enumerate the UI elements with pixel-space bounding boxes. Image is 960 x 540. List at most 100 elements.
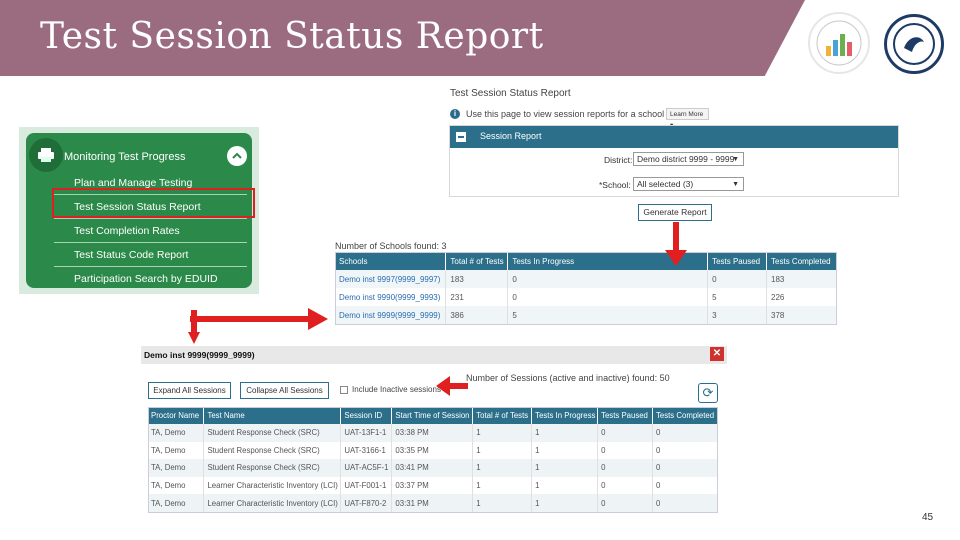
column-header[interactable]: Tests Paused [597, 407, 653, 424]
collapse-icon[interactable] [456, 132, 466, 142]
table-cell: 0 [597, 459, 653, 477]
schools-found-text: Number of Schools found: 3 [335, 241, 447, 251]
table-cell: 03:38 PM [391, 424, 474, 442]
sessions-table: Proctor Name Test Name Session ID Start … [148, 407, 718, 512]
table-cell: 226 [766, 288, 837, 306]
collapse-all-button[interactable]: Collapse All Sessions [240, 382, 329, 399]
table-cell: 03:41 PM [391, 459, 474, 477]
table-cell: Student Response Check (SRC) [203, 424, 342, 442]
table-cell: 386 [445, 306, 509, 324]
table-cell: 1 [472, 459, 533, 477]
table-row[interactable]: TA, Demo Learner Characteristic Inventor… [148, 476, 718, 495]
school-label: *School: [599, 180, 631, 190]
printer-icon [29, 138, 63, 172]
table-cell: 0 [507, 288, 709, 306]
table-cell: 1 [472, 494, 533, 512]
table-cell: 03:37 PM [391, 476, 474, 495]
arrow-down-icon [665, 222, 687, 266]
expand-all-button[interactable]: Expand All Sessions [148, 382, 231, 399]
table-cell: 0 [652, 441, 718, 460]
table-cell: TA, Demo [148, 424, 205, 442]
table-row[interactable]: TA, Demo Learner Characteristic Inventor… [148, 494, 718, 512]
table-cell: 0 [652, 494, 718, 512]
table-cell: 0 [652, 476, 718, 495]
include-inactive-label: Include Inactive sessions [352, 385, 441, 394]
arrow-down-icon [188, 310, 200, 344]
slide-title: Test Session Status Report [40, 16, 544, 57]
column-header[interactable]: Session ID [340, 407, 393, 424]
page-number: 45 [922, 512, 934, 523]
panel-header: Session Report [450, 126, 898, 148]
table-cell: 0 [652, 424, 718, 442]
column-header[interactable]: Tests Paused [707, 252, 768, 270]
table-cell: Learner Characteristic Inventory (LCI) [203, 476, 342, 495]
highlight-box [52, 188, 255, 218]
school-link[interactable]: Demo inst 9999(9999_9999) [335, 306, 447, 324]
table-cell: 0 [507, 270, 709, 288]
nav-header[interactable]: Monitoring Test Progress [64, 151, 185, 163]
school-link[interactable]: Demo inst 9997(9999_9997) [335, 270, 447, 288]
table-cell: 5 [507, 306, 709, 324]
table-cell: 1 [531, 424, 599, 442]
table-cell: 231 [445, 288, 509, 306]
table-row[interactable]: TA, Demo Student Response Check (SRC) UA… [148, 424, 718, 442]
table-cell: 1 [472, 441, 533, 460]
table-cell: 0 [597, 424, 653, 442]
table-cell: 03:31 PM [391, 494, 474, 512]
table-row: Demo inst 9997(9999_9997) 183 0 0 183 [335, 270, 837, 288]
column-header[interactable]: Total # of Tests [472, 407, 533, 424]
table-cell: UAT-F870-2 [340, 494, 393, 512]
school-select[interactable]: All selected (3) ▼ [633, 177, 744, 191]
caret-down-icon: ▼ [732, 181, 739, 188]
table-cell: 3 [707, 306, 768, 324]
table-cell: 378 [766, 306, 837, 324]
generate-report-button[interactable]: Generate Report [638, 204, 712, 221]
table-row: Demo inst 9999(9999_9999) 386 5 3 378 [335, 306, 837, 324]
panel-title: Session Report [480, 131, 542, 141]
table-cell: 1 [531, 441, 599, 460]
district-label: District: [604, 155, 633, 165]
column-header[interactable]: Proctor Name [148, 407, 205, 424]
include-inactive-checkbox[interactable] [340, 386, 348, 394]
info-text: Use this page to view session reports fo… [466, 109, 665, 119]
refresh-icon[interactable]: ⟳ [698, 383, 718, 403]
column-header[interactable]: Tests Completed [652, 407, 718, 424]
table-cell: 1 [472, 424, 533, 442]
table-cell: UAT-AC5F-1 [340, 459, 393, 477]
column-header[interactable]: Total # of Tests [445, 252, 509, 270]
school-link[interactable]: Demo inst 9990(9999_9993) [335, 288, 447, 306]
assessment-logo [808, 12, 870, 74]
column-header[interactable]: Tests In Progress [531, 407, 599, 424]
table-cell: 183 [766, 270, 837, 288]
sessions-found-text: Number of Sessions (active and inactive)… [466, 373, 670, 383]
column-header[interactable]: Start Time of Session [391, 407, 474, 424]
nav-item-participation-search[interactable]: Participation Search by EDUID [54, 267, 247, 291]
arrow-right-icon [190, 308, 328, 330]
table-cell: 5 [707, 288, 768, 306]
sessions-header-bar: Demo inst 9999(9999_9999) [141, 346, 727, 364]
learn-more-button[interactable]: Learn More ▾ [666, 108, 709, 129]
chevron-up-icon[interactable] [227, 146, 247, 166]
table-cell: 0 [707, 270, 768, 288]
caret-down-icon: ▼ [732, 156, 739, 163]
table-cell: TA, Demo [148, 476, 205, 495]
arrow-left-icon [436, 376, 468, 396]
table-cell: 1 [531, 494, 599, 512]
column-header[interactable]: Schools [335, 252, 447, 270]
table-cell: UAT-3166-1 [340, 441, 393, 460]
seal-logo [884, 14, 944, 74]
table-row[interactable]: TA, Demo Student Response Check (SRC) UA… [148, 441, 718, 460]
close-icon[interactable]: ✕ [710, 347, 724, 361]
nav-item-status-code[interactable]: Test Status Code Report [54, 243, 247, 267]
table-cell: 1 [531, 459, 599, 477]
table-cell: TA, Demo [148, 494, 205, 512]
nav-item-completion-rates[interactable]: Test Completion Rates [54, 219, 247, 243]
table-cell: Student Response Check (SRC) [203, 459, 342, 477]
district-select[interactable]: Demo district 9999 - 9999 ▼ [633, 152, 744, 166]
table-cell: Learner Characteristic Inventory (LCI) [203, 494, 342, 512]
table-row[interactable]: TA, Demo Student Response Check (SRC) UA… [148, 459, 718, 477]
column-header[interactable]: Tests Completed [766, 252, 837, 270]
table-cell: 1 [531, 476, 599, 495]
table-cell: Student Response Check (SRC) [203, 441, 342, 460]
column-header[interactable]: Test Name [203, 407, 342, 424]
